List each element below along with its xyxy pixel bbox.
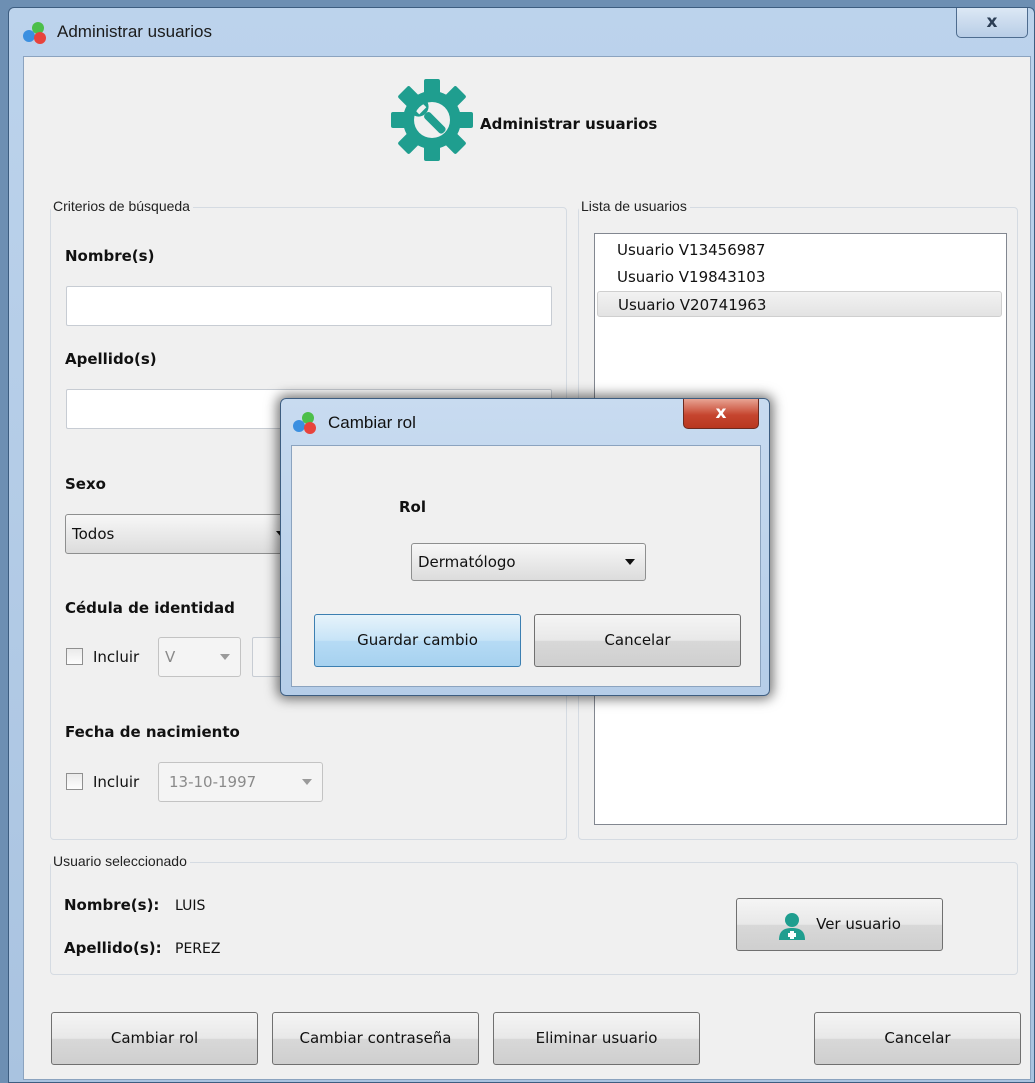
- list-item[interactable]: Usuario V19843103: [597, 264, 1002, 290]
- selected-nombre-label: Nombre(s):: [64, 896, 160, 914]
- user-list-label: Lista de usuarios: [579, 198, 690, 214]
- fecha-date-picker[interactable]: 13-10-1997: [158, 762, 323, 802]
- page-title: Administrar usuarios: [480, 115, 658, 133]
- selected-apellido-value: PEREZ: [175, 941, 221, 957]
- chevron-down-icon: [625, 559, 635, 565]
- ver-usuario-button[interactable]: Ver usuario: [736, 898, 943, 951]
- rol-select-value: Dermatólogo: [418, 553, 516, 571]
- dialog-client: Rol Dermatólogo Guardar cambio Cancelar: [291, 445, 761, 687]
- app-icon: [293, 411, 317, 435]
- cedula-prefix-select[interactable]: V: [158, 637, 241, 677]
- guardar-cambio-button[interactable]: Guardar cambio: [314, 614, 521, 667]
- chevron-down-icon: [302, 779, 312, 785]
- rol-label: Rol: [399, 498, 426, 516]
- cedula-include-checkbox[interactable]: [66, 648, 83, 665]
- selected-nombre-value: LUIS: [175, 898, 206, 914]
- apellido-label: Apellido(s): [65, 350, 157, 368]
- cedula-label: Cédula de identidad: [65, 599, 235, 617]
- dialog-cancelar-button[interactable]: Cancelar: [534, 614, 741, 667]
- window-title: Administrar usuarios: [57, 22, 212, 41]
- dialog-title: Cambiar rol: [328, 413, 416, 432]
- list-item-selected[interactable]: Usuario V20741963: [597, 291, 1002, 317]
- gear-wrench-icon: [391, 79, 473, 161]
- nombre-label: Nombre(s): [65, 247, 155, 265]
- title-bar[interactable]: Administrar usuarios x: [9, 8, 1034, 56]
- nombre-input[interactable]: [66, 286, 552, 326]
- sexo-select[interactable]: Todos: [65, 514, 297, 554]
- fecha-include-checkbox[interactable]: [66, 773, 83, 790]
- fecha-label: Fecha de nacimiento: [65, 723, 240, 741]
- selected-apellido-label: Apellido(s):: [64, 939, 162, 957]
- window-close-button[interactable]: x: [956, 8, 1028, 38]
- sexo-label: Sexo: [65, 475, 106, 493]
- chevron-down-icon: [220, 654, 230, 660]
- app-icon: [23, 21, 47, 45]
- ver-usuario-label: Ver usuario: [816, 915, 901, 933]
- sexo-select-value: Todos: [72, 525, 115, 543]
- search-criteria-label: Criterios de búsqueda: [51, 198, 193, 214]
- cambiar-rol-button[interactable]: Cambiar rol: [51, 1012, 258, 1065]
- cambiar-contrasena-button[interactable]: Cambiar contraseña: [272, 1012, 479, 1065]
- cedula-prefix-value: V: [165, 648, 176, 666]
- selected-user-label: Usuario seleccionado: [51, 853, 190, 869]
- fecha-value: 13-10-1997: [169, 773, 257, 791]
- cambiar-rol-dialog: Cambiar rol x Rol Dermatólogo Guardar ca…: [280, 398, 770, 696]
- list-item[interactable]: Usuario V13456987: [597, 237, 1002, 263]
- cancelar-button[interactable]: Cancelar: [814, 1012, 1021, 1065]
- fecha-include-label: Incluir: [93, 773, 140, 791]
- eliminar-usuario-button[interactable]: Eliminar usuario: [493, 1012, 700, 1065]
- cedula-include-label: Incluir: [93, 648, 140, 666]
- doctor-user-icon: [779, 913, 805, 940]
- dialog-close-button[interactable]: x: [683, 399, 759, 429]
- rol-select[interactable]: Dermatólogo: [411, 543, 646, 581]
